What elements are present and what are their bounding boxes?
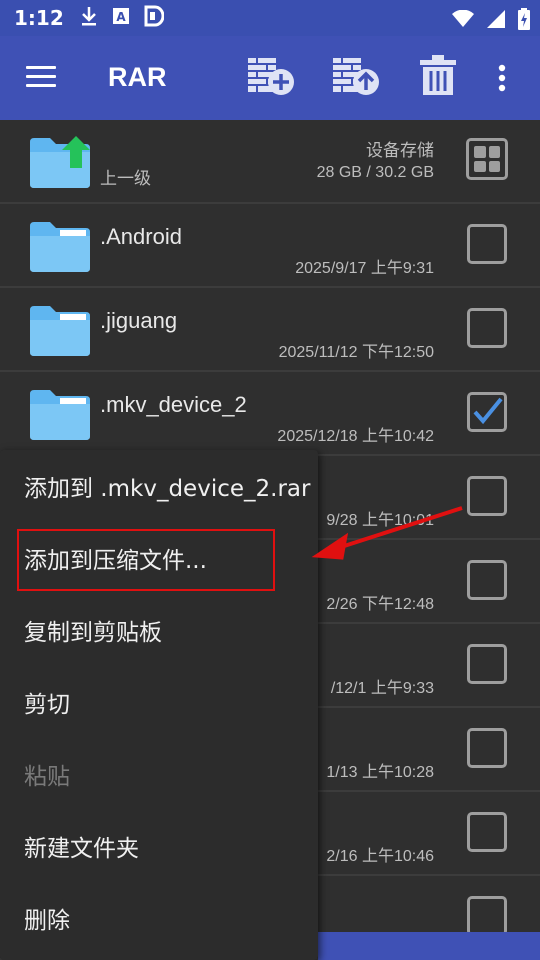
d-app-icon	[144, 5, 165, 31]
menu-new-folder[interactable]: 新建文件夹	[0, 810, 318, 882]
extract-archive-icon[interactable]	[330, 54, 380, 102]
add-archive-icon[interactable]	[245, 54, 295, 102]
parent-directory-label: 上一级	[100, 169, 151, 189]
select-checkbox[interactable]	[467, 728, 507, 768]
more-icon[interactable]	[498, 64, 506, 96]
select-checkbox[interactable]	[467, 308, 507, 348]
select-checkbox-checked[interactable]	[467, 392, 507, 432]
file-date: 2/26 下午12:48	[326, 596, 434, 613]
file-name: .jiguang	[100, 308, 178, 333]
menu-add-to-named-archive[interactable]: 添加到 .mkv_device_2.rar	[0, 450, 318, 522]
checkmark-icon	[473, 397, 503, 425]
bottom-bar	[318, 932, 540, 960]
app-title: RAR	[108, 62, 167, 92]
file-date: 1/13 上午10:28	[326, 764, 434, 781]
a-notification-icon: A	[112, 7, 130, 29]
menu-copy-to-clipboard[interactable]: 复制到剪贴板	[0, 594, 318, 666]
parent-directory-row[interactable]: 上一级 设备存储 28 GB / 30.2 GB	[0, 120, 540, 204]
list-item[interactable]: .mkv_device_2 2025/12/18 上午10:42	[0, 372, 540, 456]
folder-icon	[30, 388, 90, 444]
select-checkbox[interactable]	[467, 896, 507, 936]
context-menu: 添加到 .mkv_device_2.rar 添加到压缩文件... 复制到剪贴板 …	[0, 450, 318, 960]
select-checkbox[interactable]	[467, 644, 507, 684]
menu-icon[interactable]	[26, 66, 56, 88]
storage-value: 28 GB / 30.2 GB	[316, 164, 434, 181]
select-checkbox[interactable]	[467, 224, 507, 264]
signal-icon	[486, 9, 506, 33]
select-checkbox[interactable]	[467, 476, 507, 516]
download-icon	[80, 6, 98, 30]
grid-view-icon[interactable]	[466, 138, 508, 180]
file-name: .Android	[100, 224, 182, 249]
status-bar: 1:12 A	[0, 0, 540, 36]
delete-icon[interactable]	[420, 54, 456, 100]
file-date: 2/16 上午10:46	[326, 848, 434, 865]
list-item[interactable]: .jiguang 2025/11/12 下午12:50	[0, 288, 540, 372]
menu-paste: 粘贴	[24, 764, 70, 790]
menu-cut[interactable]: 剪切	[0, 666, 318, 738]
folder-up-icon	[30, 136, 92, 192]
file-date: 2025/12/18 上午10:42	[277, 428, 434, 445]
file-date: 9/28 上午10:01	[326, 512, 434, 529]
storage-label: 设备存储	[366, 141, 434, 161]
file-date: 2025/11/12 下午12:50	[278, 344, 434, 361]
folder-icon	[30, 304, 90, 360]
app-bar: RAR	[0, 36, 540, 120]
select-checkbox[interactable]	[467, 812, 507, 852]
list-item[interactable]: .Android 2025/9/17 上午9:31	[0, 204, 540, 288]
file-date: /12/1 上午9:33	[330, 680, 434, 697]
wifi-icon	[452, 9, 474, 32]
folder-icon	[30, 220, 90, 276]
svg-text:A: A	[116, 10, 126, 24]
battery-icon	[518, 8, 530, 34]
menu-delete[interactable]: 删除	[0, 882, 318, 954]
status-time: 1:12	[14, 6, 64, 30]
file-date: 2025/9/17 上午9:31	[295, 260, 434, 277]
file-name: .mkv_device_2	[100, 392, 247, 417]
highlight-box	[17, 529, 275, 591]
select-checkbox[interactable]	[467, 560, 507, 600]
